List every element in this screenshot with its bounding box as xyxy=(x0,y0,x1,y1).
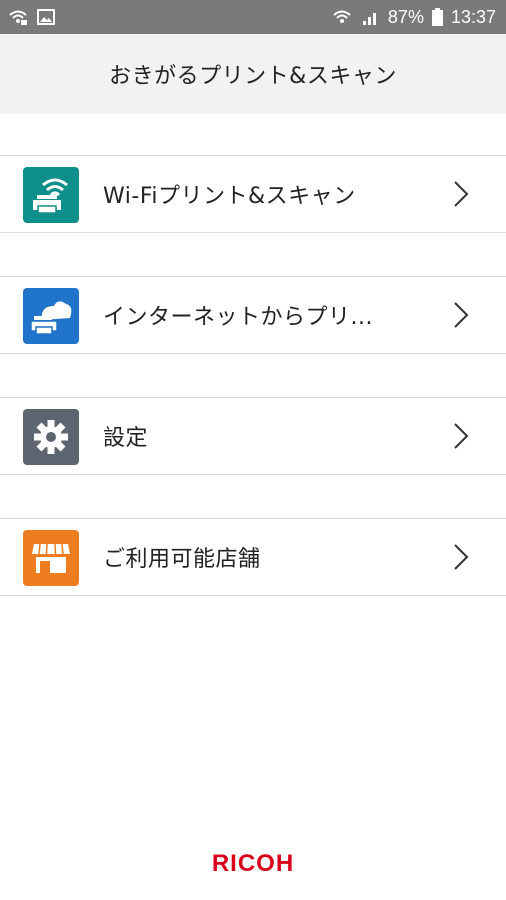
status-left xyxy=(8,8,56,26)
menu-item-label: インターネットからプリ... xyxy=(103,305,373,330)
menu-item-internet-print[interactable]: インターネットからプリ... xyxy=(0,276,506,354)
chevron-right-icon xyxy=(454,544,469,570)
chevron-right-icon xyxy=(454,302,469,328)
app-header: おきがるプリント&スキャン xyxy=(0,34,506,114)
clock: 13:37 xyxy=(450,6,496,27)
status-right: 87% 13:37 xyxy=(332,7,496,28)
status-bar: 87% 13:37 xyxy=(0,0,506,34)
page-title: おきがるプリント&スキャン xyxy=(109,64,397,89)
gallery-icon xyxy=(37,9,55,25)
menu-item-settings[interactable]: 設定 xyxy=(0,397,506,475)
menu-item-label: ご利用可能店舗 xyxy=(103,547,261,572)
cloud-print-icon xyxy=(23,288,79,344)
store-icon xyxy=(23,530,79,586)
signal-icon xyxy=(362,13,376,25)
battery-percent: 87% xyxy=(387,6,424,27)
battery-icon xyxy=(431,8,443,26)
ricoh-logo: RICOH xyxy=(211,850,295,877)
chevron-right-icon xyxy=(454,423,469,449)
wifi-icon xyxy=(333,10,351,23)
menu-item-label: Wi-Fiプリント&スキャン xyxy=(103,184,356,209)
chevron-right-icon xyxy=(454,181,469,207)
menu-item-stores[interactable]: ご利用可能店舗 xyxy=(0,518,506,596)
gear-icon xyxy=(23,409,79,465)
wifi-print-icon xyxy=(23,167,79,223)
menu-item-wifi-print[interactable]: Wi-Fiプリント&スキャン xyxy=(0,155,506,233)
menu-item-label: 設定 xyxy=(103,426,149,451)
wifi-hotspot-icon xyxy=(9,10,27,25)
